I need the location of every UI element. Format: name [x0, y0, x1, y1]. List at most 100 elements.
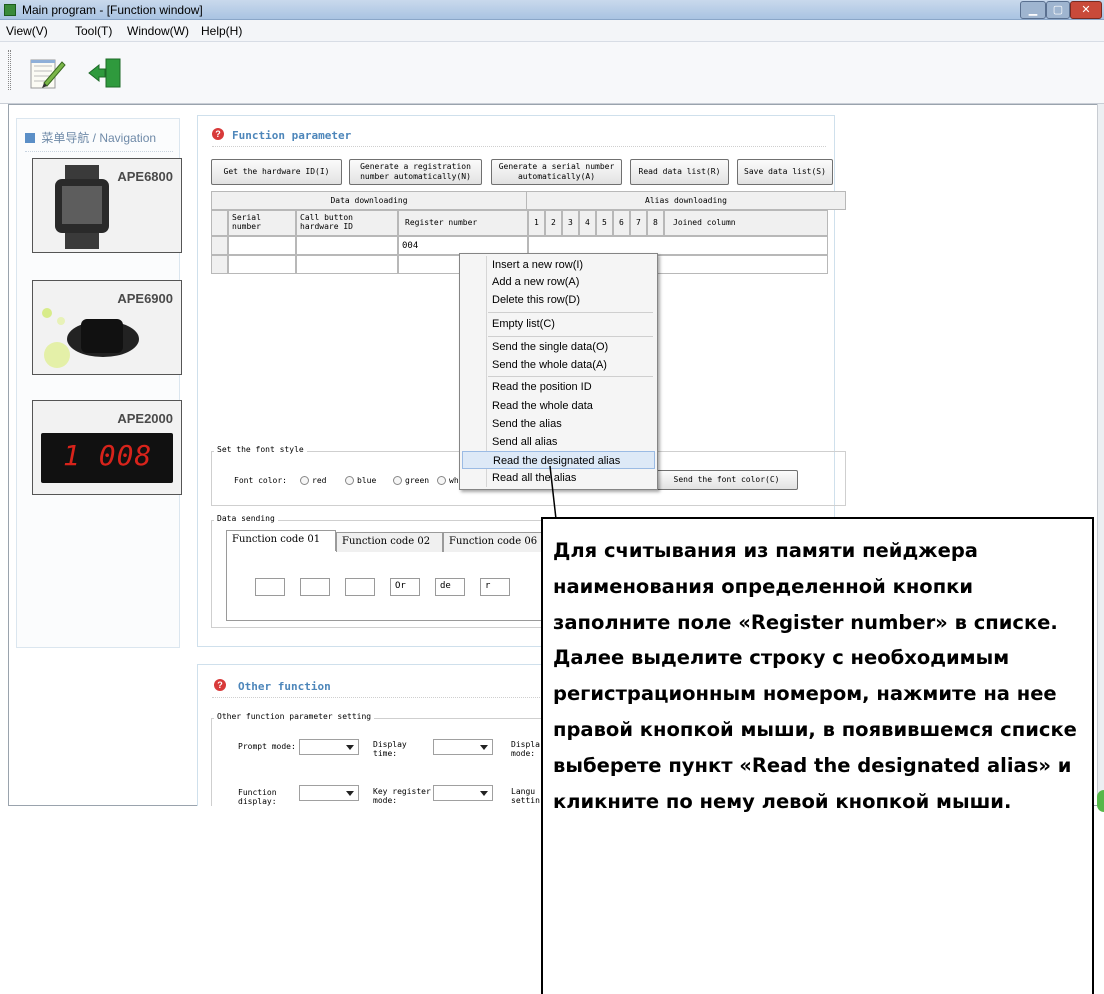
device-card-ape2000[interactable]: APE2000 1 008	[32, 400, 182, 495]
chevron-down-icon	[346, 745, 354, 750]
column-header-register-number[interactable]: Register number	[398, 210, 528, 236]
toolbar	[0, 42, 1104, 104]
column-header-5[interactable]: 5	[596, 210, 613, 236]
toolbar-grip[interactable]	[8, 50, 11, 90]
generate-registration-button[interactable]: Generate a registration number automatic…	[349, 159, 482, 185]
data-field-4[interactable]: Or	[390, 578, 420, 596]
function-display-label: Function display:	[238, 788, 277, 806]
column-header-4[interactable]: 4	[579, 210, 596, 236]
column-header-serial[interactable]: Serial number	[228, 210, 296, 236]
minimize-button[interactable]: ▁	[1020, 1, 1046, 19]
device-card-ape6900[interactable]: APE6900	[32, 280, 182, 375]
chevron-down-icon	[346, 791, 354, 796]
menu-item-empty-list[interactable]: Empty list(C)	[462, 315, 655, 333]
column-header-6[interactable]: 6	[613, 210, 630, 236]
navigation-header: 菜单导航 / Navigation	[25, 129, 156, 146]
column-header-1[interactable]: 1	[528, 210, 545, 236]
window-title: Main program - [Function window]	[22, 3, 203, 17]
table-cell[interactable]	[296, 236, 398, 255]
title-bar: Main program - [Function window] ▁ ▢ ✕	[0, 0, 1104, 20]
data-field-6[interactable]: r	[480, 578, 510, 596]
maximize-button[interactable]: ▢	[1046, 1, 1070, 19]
display-time-select[interactable]	[433, 739, 493, 755]
data-downloading-header: Data downloading	[211, 191, 527, 210]
data-field-3[interactable]	[345, 578, 375, 596]
column-header-hardware-id[interactable]: Call button hardware ID	[296, 210, 398, 236]
close-button[interactable]: ✕	[1070, 1, 1102, 19]
menu-item-send-alias[interactable]: Send the alias	[462, 415, 655, 433]
font-style-legend: Set the font style	[214, 445, 307, 454]
menu-item-read-whole-data[interactable]: Read the whole data	[462, 397, 655, 415]
watch-image	[55, 165, 109, 249]
tab-function-code-06[interactable]: Function code 06	[443, 532, 546, 552]
data-field-2[interactable]	[300, 578, 330, 596]
send-font-color-button[interactable]: Send the font color(C)	[655, 470, 798, 490]
data-field-1[interactable]	[255, 578, 285, 596]
function-display-select[interactable]	[299, 785, 359, 801]
navigation-separator	[25, 151, 173, 152]
display-mode-label: Displa mode:	[511, 740, 540, 758]
radio-white[interactable]	[437, 476, 446, 485]
menu-item-send-single-data[interactable]: Send the single data(O)	[462, 338, 655, 356]
vertical-scrollbar[interactable]	[1097, 104, 1104, 806]
radio-green[interactable]	[393, 476, 402, 485]
row-header-corner	[211, 210, 228, 236]
panel-separator	[212, 146, 826, 147]
font-color-label: Font color:	[234, 476, 287, 485]
tab-function-code-02[interactable]: Function code 02	[336, 532, 443, 552]
language-setting-label: Langu settin	[511, 787, 540, 805]
grid-icon	[25, 133, 35, 143]
table-cell[interactable]	[296, 255, 398, 274]
side-widget-icon	[1097, 790, 1104, 812]
menu-window[interactable]: Window(W)	[127, 24, 189, 38]
key-register-mode-select[interactable]	[433, 785, 493, 801]
menu-view[interactable]: View(V)	[6, 24, 48, 38]
exit-door-icon[interactable]	[86, 56, 124, 90]
prompt-mode-label: Prompt mode:	[238, 742, 296, 751]
data-field-5[interactable]: de	[435, 578, 465, 596]
table-cell[interactable]	[228, 236, 296, 255]
menu-item-send-whole-data[interactable]: Send the whole data(A)	[462, 356, 655, 374]
app-icon	[4, 4, 16, 16]
radio-blue[interactable]	[345, 476, 354, 485]
device-label: APE2000	[117, 411, 173, 426]
menu-item-insert-row[interactable]: Insert a new row(I)	[462, 256, 655, 274]
radio-red[interactable]	[300, 476, 309, 485]
wrist-pager-image	[42, 308, 139, 368]
save-data-list-button[interactable]: Save data list(S)	[737, 159, 833, 185]
table-cell[interactable]	[228, 255, 296, 274]
row-header[interactable]	[211, 236, 228, 255]
radio-red-label: red	[312, 476, 327, 485]
device-card-ape6800[interactable]: APE6800	[32, 158, 182, 253]
menu-separator	[488, 336, 653, 337]
chevron-down-icon	[480, 791, 488, 796]
row-header[interactable]	[211, 255, 228, 274]
help-icon: ?	[212, 128, 224, 140]
menu-item-read-all-alias[interactable]: Read all the alias	[462, 469, 655, 487]
help-icon: ?	[214, 679, 226, 691]
pager-display: 1 008	[41, 433, 173, 483]
menu-item-delete-row[interactable]: Delete this row(D)	[462, 291, 655, 309]
menu-item-read-designated-alias[interactable]: Read the designated alias	[462, 451, 655, 469]
column-header-joined[interactable]: Joined column	[664, 210, 828, 236]
instruction-callout: Для считывания из памяти пейджера наимен…	[541, 517, 1094, 994]
other-function-title: Other function	[238, 680, 331, 693]
menu-item-send-all-alias[interactable]: Send all alias	[462, 433, 655, 451]
menu-item-add-row[interactable]: Add a new row(A)	[462, 273, 655, 291]
device-label: APE6800	[117, 169, 173, 184]
other-function-legend: Other function parameter setting	[214, 712, 375, 721]
get-hardware-id-button[interactable]: Get the hardware ID(I)	[211, 159, 342, 185]
menu-item-read-position-id[interactable]: Read the position ID	[462, 378, 655, 396]
edit-notepad-icon[interactable]	[28, 54, 68, 92]
prompt-mode-select[interactable]	[299, 739, 359, 755]
generate-serial-button[interactable]: Generate a serial number automatically(A…	[491, 159, 622, 185]
menu-tool[interactable]: Tool(T)	[75, 24, 112, 38]
read-data-list-button[interactable]: Read data list(R)	[630, 159, 729, 185]
menu-help[interactable]: Help(H)	[201, 24, 242, 38]
radio-blue-label: blue	[357, 476, 377, 485]
column-header-3[interactable]: 3	[562, 210, 579, 236]
tab-function-code-01[interactable]: Function code 01	[226, 530, 336, 551]
column-header-7[interactable]: 7	[630, 210, 647, 236]
column-header-2[interactable]: 2	[545, 210, 562, 236]
column-header-8[interactable]: 8	[647, 210, 664, 236]
